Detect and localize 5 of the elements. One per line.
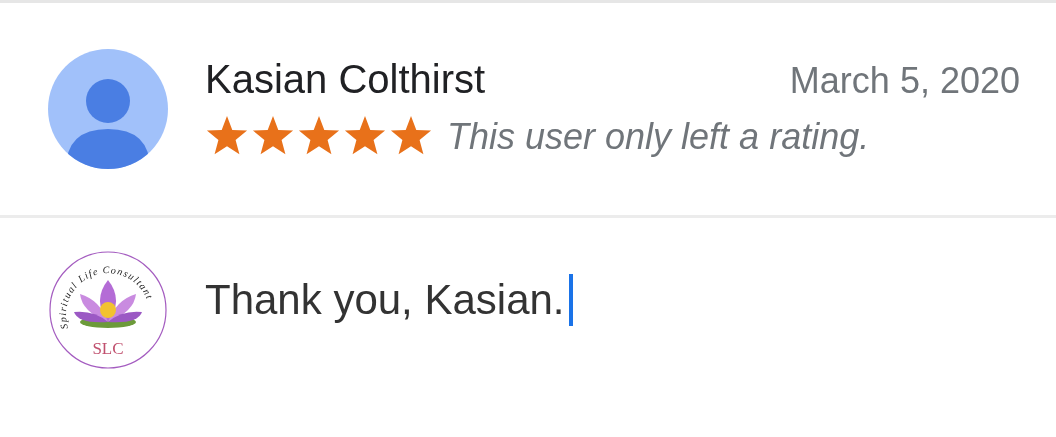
review-date: March 5, 2020 xyxy=(789,60,1020,102)
avatar-icon xyxy=(48,49,168,169)
rating-note: This user only left a rating. xyxy=(447,116,870,158)
reply-field[interactable]: Thank you, Kasian. xyxy=(205,250,573,326)
reviewer-name: Kasian Colthirst xyxy=(205,57,486,102)
